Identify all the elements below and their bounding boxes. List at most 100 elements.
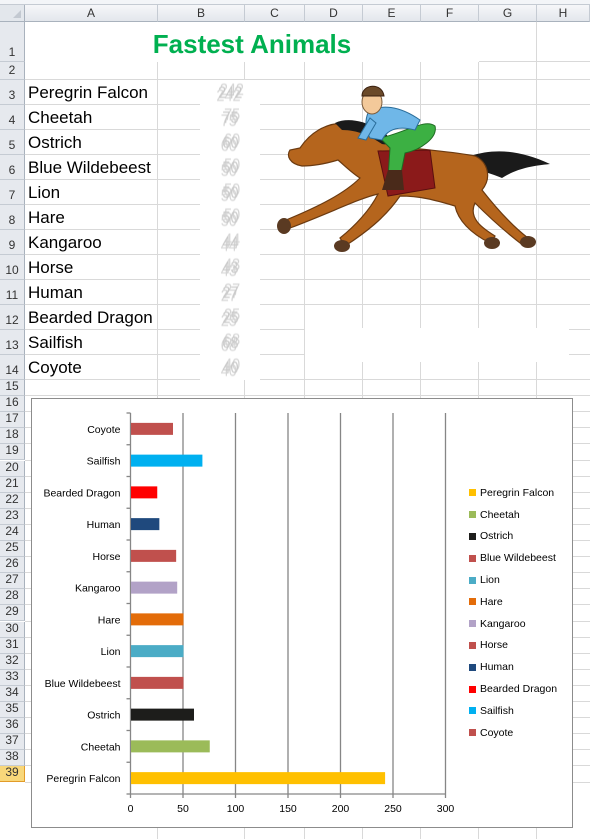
column-header-c[interactable]: C [245,5,305,22]
bar-coyote[interactable] [131,422,173,435]
cell-animal-speed[interactable]: 43 [200,255,260,280]
row-header-20[interactable]: 20 [0,460,25,477]
row-header-19[interactable]: 19 [0,443,25,461]
row-header-39[interactable]: 39 [0,765,25,783]
row-header-31[interactable]: 31 [0,637,25,654]
row-header-34[interactable]: 34 [0,685,25,702]
bar-cheetah[interactable] [131,740,210,753]
row-header-11[interactable]: 11 [0,280,25,305]
cell-animal-name[interactable]: Sailfish [28,330,83,355]
row-header-1[interactable]: 1 [0,22,25,62]
column-header-g[interactable]: G [479,5,537,22]
legend-item[interactable]: Hare [469,591,557,613]
cell-animal-speed[interactable]: 68 [200,330,260,355]
row-header-14[interactable]: 14 [0,355,25,380]
row-header-10[interactable]: 10 [0,255,25,280]
column-header-a[interactable]: A [25,5,158,22]
cell-animal-name[interactable]: Human [28,280,83,305]
row-header-35[interactable]: 35 [0,701,25,719]
legend-item[interactable]: Blue Wildebeest [469,547,557,569]
legend-item[interactable]: Horse [469,635,557,657]
column-header-e[interactable]: E [363,5,421,22]
row-header-24[interactable]: 24 [0,524,25,541]
legend-item[interactable]: Human [469,656,557,678]
bar-lion[interactable] [131,645,184,658]
column-header-f[interactable]: F [421,5,479,22]
cell-animal-speed[interactable]: 50 [200,205,260,230]
row-header-12[interactable]: 12 [0,305,25,330]
row-header-18[interactable]: 18 [0,427,25,445]
row-header-28[interactable]: 28 [0,588,25,606]
row-header-27[interactable]: 27 [0,572,25,590]
row-header-4[interactable]: 4 [0,105,25,130]
row-header-23[interactable]: 23 [0,508,25,525]
legend-item[interactable]: Coyote [469,722,557,744]
cell-animal-name[interactable]: Hare [28,205,65,230]
horse-jockey-picture[interactable] [270,78,560,274]
cell-animal-speed[interactable]: 44 [200,230,260,255]
row-header-25[interactable]: 25 [0,540,25,558]
cell-animal-name[interactable]: Blue Wildebeest [28,155,151,180]
row-header-21[interactable]: 21 [0,476,25,493]
cell-animal-name[interactable]: Bearded Dragon [28,305,153,330]
bar-horse[interactable] [131,549,177,562]
cell-animal-speed[interactable]: 50 [200,180,260,205]
column-header-b[interactable]: B [158,5,245,22]
cell-animal-speed[interactable]: 40 [200,355,260,380]
select-all-button[interactable] [0,5,25,22]
cell-animal-name[interactable]: Cheetah [28,105,92,130]
row-header-16[interactable]: 16 [0,395,25,413]
cell-animal-speed[interactable]: 25 [200,305,260,330]
row-header-9[interactable]: 9 [0,230,25,255]
row-header-26[interactable]: 26 [0,556,25,574]
row-header-7[interactable]: 7 [0,180,25,205]
row-header-30[interactable]: 30 [0,621,25,638]
cell-animal-name[interactable]: Kangaroo [28,230,102,255]
legend-item[interactable]: Sailfish [469,700,557,722]
bar-bearded-dragon[interactable] [131,486,158,499]
legend-item[interactable]: Lion [469,569,557,591]
bar-blue-wildebeest[interactable] [131,676,184,689]
row-header-33[interactable]: 33 [0,669,25,686]
column-header-d[interactable]: D [305,5,363,22]
row-header-15[interactable]: 15 [0,379,25,397]
bar-peregrin-falcon[interactable] [131,772,386,785]
bar-ostrich[interactable] [131,708,194,721]
cell-animal-name[interactable]: Horse [28,255,73,280]
legend-item[interactable]: Cheetah [469,504,557,526]
bar-sailfish[interactable] [131,454,203,467]
bar-human[interactable] [131,518,160,531]
row-header-8[interactable]: 8 [0,205,25,230]
row-header-36[interactable]: 36 [0,717,25,735]
row-header-22[interactable]: 22 [0,492,25,509]
row-header-38[interactable]: 38 [0,749,25,767]
chart-legend[interactable]: Peregrin Falcon Cheetah Ostrich Blue Wildeb… [469,482,557,744]
cell-animal-name[interactable]: Ostrich [28,130,82,155]
row-header-6[interactable]: 6 [0,155,25,180]
row-header-17[interactable]: 17 [0,411,25,429]
bar-kangaroo[interactable] [131,581,178,594]
row-header-3[interactable]: 3 [0,80,25,105]
cell-animal-speed[interactable]: 242 [200,80,260,105]
cell-animal-speed[interactable]: 50 [200,155,260,180]
row-header-32[interactable]: 32 [0,653,25,670]
cell-animal-name[interactable]: Lion [28,180,60,205]
legend-item[interactable]: Kangaroo [469,613,557,635]
cell-animal-speed[interactable]: 75 [200,105,260,130]
legend-item[interactable]: Ostrich [469,526,557,548]
row-header-29[interactable]: 29 [0,604,25,622]
legend-item[interactable]: Bearded Dragon [469,678,557,700]
cell-animal-speed[interactable]: 27 [200,280,260,305]
row-header-13[interactable]: 13 [0,330,25,355]
bar-chart[interactable]: 0 50 100 150 200 250 300 Peregrin Falcon Cheetah… [31,398,573,828]
bar-hare[interactable] [131,613,184,626]
cell-animal-name[interactable]: Coyote [28,355,82,380]
column-header-h[interactable]: H [537,5,590,22]
row-header-2[interactable]: 2 [0,62,25,80]
cell-animal-speed[interactable]: 60 [200,130,260,155]
sheet-title[interactable]: Fastest Animals [25,22,479,62]
cell-animal-name[interactable]: Peregrin Falcon [28,80,148,105]
legend-item[interactable]: Peregrin Falcon [469,482,557,504]
row-header-37[interactable]: 37 [0,733,25,751]
row-header-5[interactable]: 5 [0,130,25,155]
